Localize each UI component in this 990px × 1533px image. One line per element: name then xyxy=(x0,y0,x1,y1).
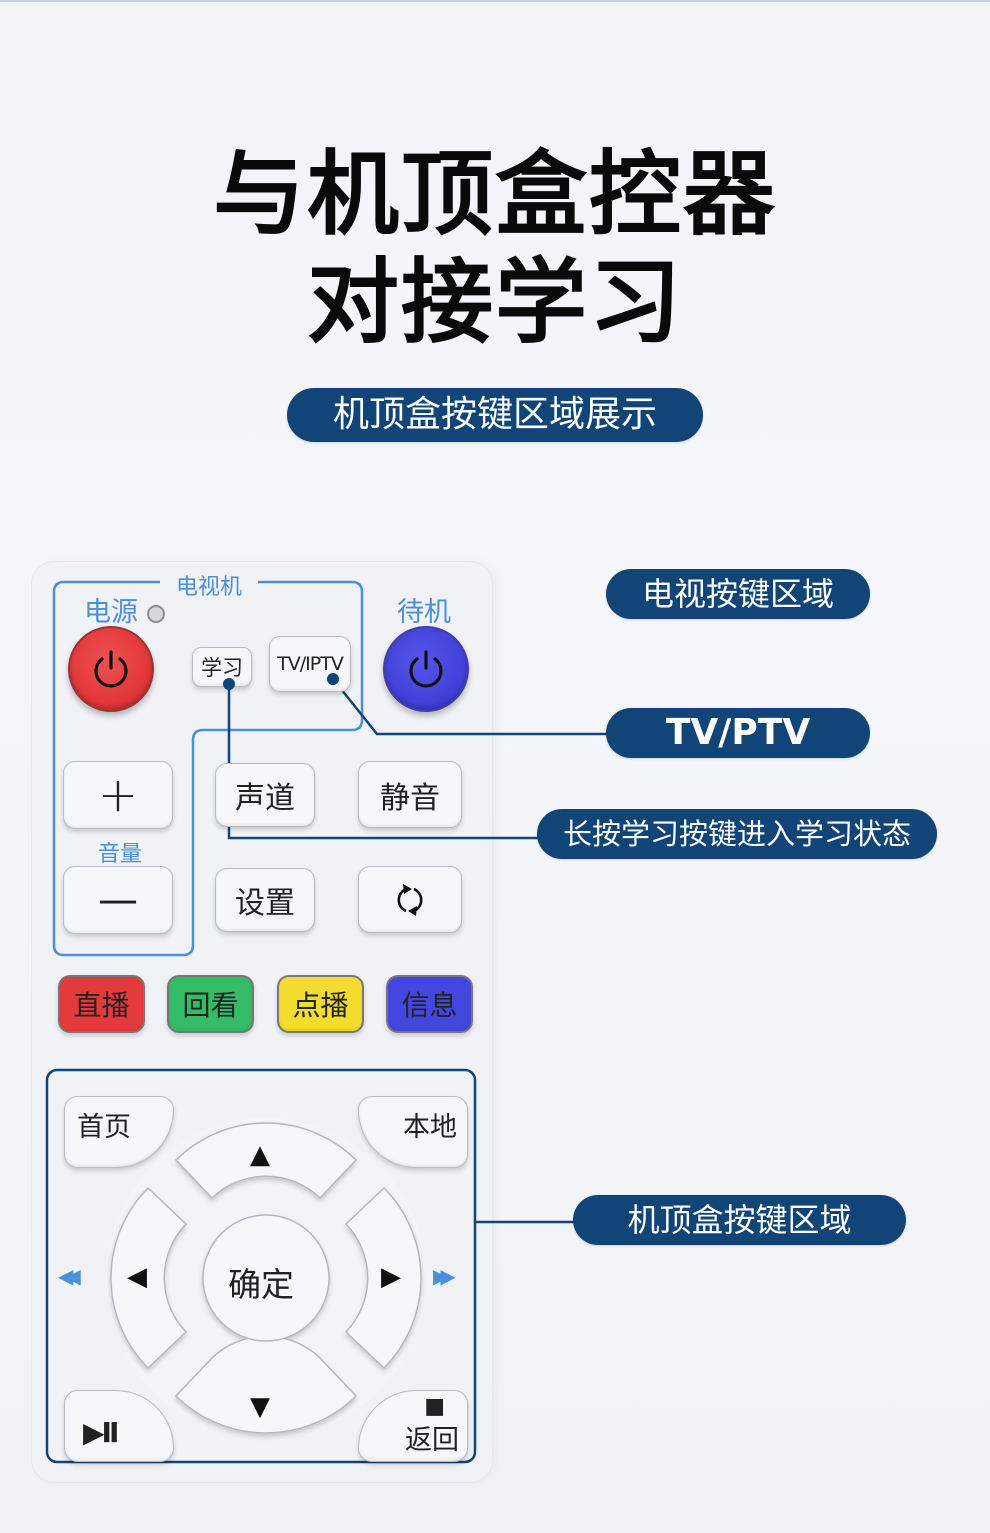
callout-tv-ptv: TV/PTV xyxy=(606,708,870,758)
dpad-left-button[interactable] xyxy=(110,1186,188,1370)
left-arrow-icon: ◀ xyxy=(127,1262,147,1292)
rewind-icon: ◀◀ xyxy=(58,1264,81,1288)
callout-stb-area: 机顶盒按键区域 xyxy=(573,1195,906,1245)
fast-forward-icon: ▶▶ xyxy=(433,1264,456,1288)
callout-learn-hint: 长按学习按键进入学习状态 xyxy=(537,809,937,859)
down-arrow-icon: ▼ xyxy=(250,1392,270,1422)
dpad xyxy=(110,1122,422,1434)
up-arrow-icon: ▲ xyxy=(250,1140,270,1170)
callout-tv-area: 电视按键区域 xyxy=(606,569,870,619)
ok-label: 确定 xyxy=(228,1265,294,1304)
right-arrow-icon: ▶ xyxy=(381,1262,401,1292)
